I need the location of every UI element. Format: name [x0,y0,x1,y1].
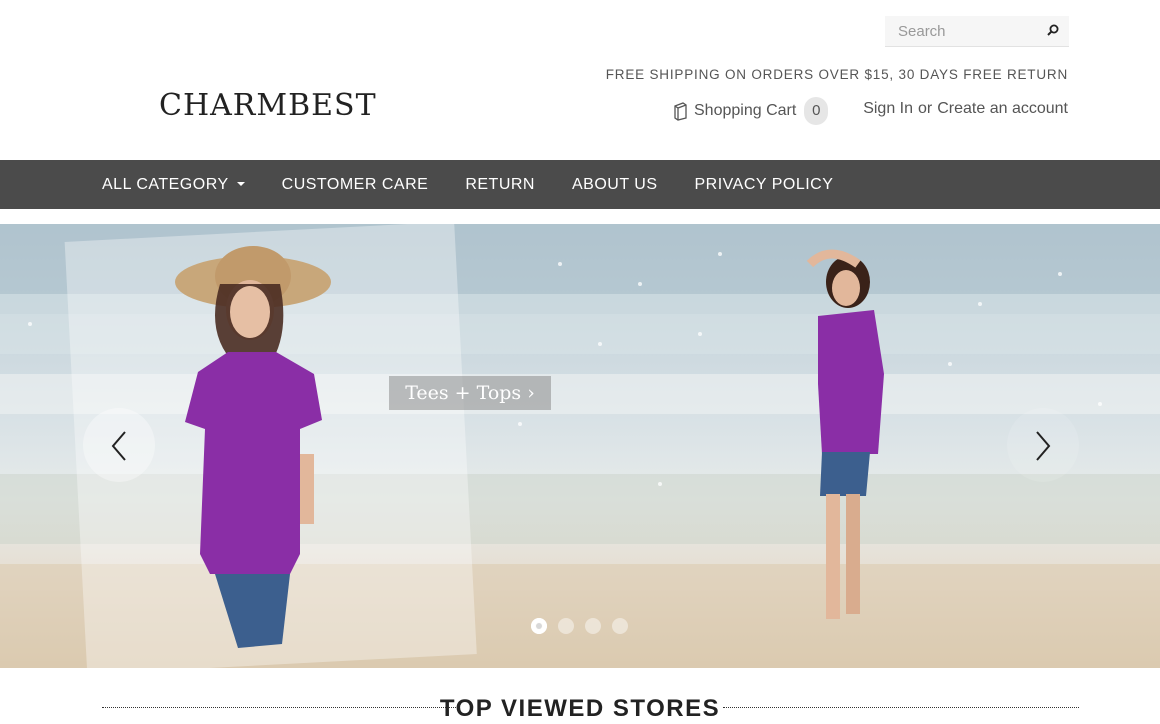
nav-item-return[interactable]: RETURN [465,160,535,209]
logo[interactable]: CHARMBEST [159,88,377,124]
nav-item-label: ABOUT US [571,175,658,193]
nav-item-customer-care[interactable]: CUSTOMER CARE [282,160,429,209]
slider-dot[interactable] [558,618,574,634]
shopping-cart-link[interactable]: Shopping Cart 0 [672,96,829,126]
hero-image [0,224,1160,668]
account-links: Sign In or Create an account [863,100,1068,118]
tees-tops-link[interactable]: Tees + Tops › [389,376,551,410]
chevron-left-icon [111,431,126,461]
sign-in-link[interactable]: Sign In [863,100,913,117]
or-separator: or [918,100,933,117]
nav-item-label: PRIVACY POLICY [694,175,834,193]
slider-dot[interactable] [531,618,547,634]
nav-item-privacy-policy[interactable]: PRIVACY POLICY [694,160,833,209]
main-nav: ALL CATEGORY CUSTOMER CARE RETURN ABOUT … [0,160,1160,209]
search-input[interactable] [885,16,1035,47]
slider-dot[interactable] [612,618,628,634]
nav-item-all-category[interactable]: ALL CATEGORY [102,160,245,209]
nav-item-label: RETURN [465,175,535,193]
cart-icon [674,102,687,121]
slider-prev-button[interactable] [83,408,155,482]
nav-item-about-us[interactable]: ABOUT US [572,160,658,209]
hero-slider: Tees + Tops › [0,224,1160,668]
search-box [885,16,1069,47]
nav-item-label: CUSTOMER CARE [281,175,429,193]
slider-pagination [531,618,628,634]
chevron-down-icon [236,181,245,186]
slider-dot[interactable] [585,618,601,634]
section-title: TOP VIEWED STORES [439,695,721,722]
promo-banner: FREE SHIPPING ON ORDERS OVER $15, 30 DAY… [605,67,1068,82]
search-icon[interactable] [1045,23,1061,39]
create-account-link[interactable]: Create an account [937,100,1068,117]
slider-next-button[interactable] [1007,408,1079,482]
chevron-right-icon [1036,431,1051,461]
cart-count-badge: 0 [804,97,829,125]
nav-item-label: ALL CATEGORY [102,175,229,193]
cart-label: Shopping Cart [694,102,797,119]
